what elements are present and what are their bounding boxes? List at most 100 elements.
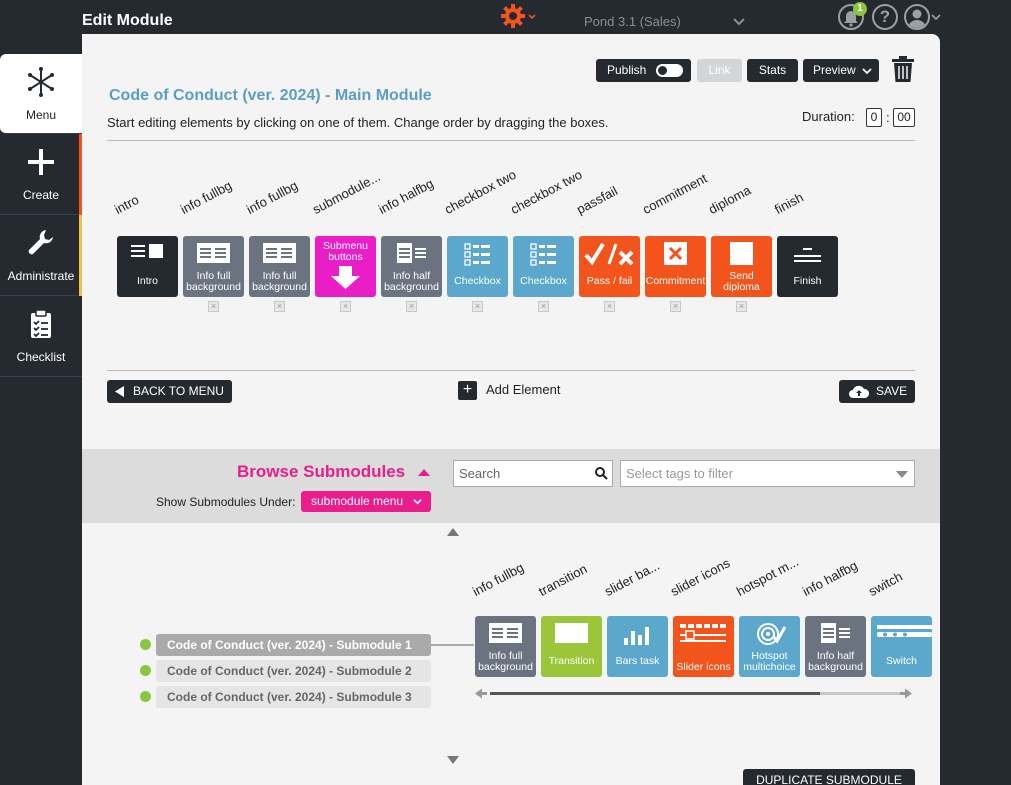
element-tile[interactable]: Transition bbox=[541, 616, 602, 677]
element-tile[interactable]: Info half background bbox=[381, 236, 442, 297]
element-tile[interactable]: Switch bbox=[871, 616, 932, 677]
remove-element-icon[interactable]: × bbox=[208, 301, 219, 312]
element-tile[interactable]: Checkbox bbox=[513, 236, 574, 297]
submodule-item-3[interactable]: Code of Conduct (ver. 2024) - Submodule … bbox=[156, 686, 431, 708]
search-icon[interactable] bbox=[595, 467, 608, 480]
element-type-icon bbox=[397, 243, 426, 263]
arrow-up-icon[interactable] bbox=[447, 528, 459, 538]
element-tile[interactable]: Info full background bbox=[183, 236, 244, 297]
remove-element-icon[interactable]: × bbox=[274, 301, 285, 312]
element-tile[interactable]: Submenu buttons bbox=[315, 236, 376, 297]
remove-element-icon[interactable]: × bbox=[604, 301, 615, 312]
sidebar-item-create[interactable]: Create bbox=[0, 134, 82, 215]
element-type-icon bbox=[263, 243, 296, 263]
duration-hours-field[interactable]: 0 bbox=[866, 108, 882, 127]
gear-icon[interactable] bbox=[500, 3, 540, 29]
element-tile[interactable]: Intro bbox=[117, 236, 178, 297]
element-type-icon bbox=[584, 242, 634, 266]
submodule-item-2[interactable]: Code of Conduct (ver. 2024) - Submodule … bbox=[156, 660, 431, 682]
caret-up-icon[interactable] bbox=[418, 469, 430, 476]
remove-element-icon[interactable]: × bbox=[472, 301, 483, 312]
caret-left-icon bbox=[115, 386, 124, 397]
remove-element-icon[interactable]: × bbox=[406, 301, 417, 312]
duration-minutes-field[interactable]: 00 bbox=[893, 108, 915, 127]
chevron-down-icon[interactable] bbox=[732, 14, 746, 28]
element-tile[interactable]: Pass / fail bbox=[579, 236, 640, 297]
element-label: Switch bbox=[886, 655, 917, 667]
remove-element-icon[interactable]: × bbox=[340, 301, 351, 312]
duration-label: Duration: bbox=[802, 109, 855, 124]
element-caption: diploma bbox=[705, 182, 754, 217]
plus-icon bbox=[28, 149, 54, 175]
help-icon[interactable]: ? bbox=[872, 4, 898, 30]
element-label: Info full background bbox=[186, 270, 241, 293]
arrow-right-icon[interactable] bbox=[900, 688, 912, 699]
element-type-icon bbox=[757, 623, 786, 645]
element-label: Info full background bbox=[252, 270, 307, 293]
element-label: Transition bbox=[548, 655, 595, 667]
horizontal-scrollbar[interactable] bbox=[490, 692, 820, 695]
instructions-text: Start editing elements by clicking on on… bbox=[107, 115, 609, 130]
remove-element-icon[interactable]: × bbox=[670, 301, 681, 312]
status-dot bbox=[140, 639, 151, 650]
element-tile[interactable]: Hotspot multichoice bbox=[739, 616, 800, 677]
remove-element-icon[interactable]: × bbox=[538, 301, 549, 312]
duration-separator: : bbox=[886, 110, 890, 125]
back-to-menu-button[interactable]: BACK TO MENU bbox=[107, 380, 232, 403]
avatar[interactable] bbox=[904, 4, 930, 30]
page-title: Edit Module bbox=[82, 12, 173, 29]
stats-button[interactable]: Stats bbox=[747, 59, 798, 82]
element-caption: info fullbg bbox=[243, 177, 301, 217]
publish-toggle[interactable]: Publish bbox=[596, 59, 691, 82]
tag-filter-select[interactable]: Select tags to filter bbox=[620, 460, 915, 487]
element-tile[interactable]: Info full background bbox=[475, 616, 536, 677]
element-type-icon bbox=[489, 623, 522, 643]
element-caption: slider icons bbox=[667, 555, 733, 599]
search-input[interactable]: Search bbox=[453, 460, 613, 487]
duplicate-submodule-button[interactable]: DUPLICATE SUBMODULE bbox=[743, 769, 915, 785]
element-caption: hotspot m... bbox=[733, 553, 801, 599]
element-label: Commitment bbox=[645, 275, 706, 287]
submodule-item-1[interactable]: Code of Conduct (ver. 2024) - Submodule … bbox=[156, 634, 431, 656]
element-tile[interactable]: Finish bbox=[777, 236, 838, 297]
element-caption: info fullbg bbox=[177, 177, 235, 217]
back-label: BACK TO MENU bbox=[133, 384, 224, 398]
link-button[interactable]: Link bbox=[697, 59, 742, 82]
toggle-switch[interactable] bbox=[656, 64, 683, 77]
element-tile[interactable]: Checkbox bbox=[447, 236, 508, 297]
add-element-icon[interactable]: + bbox=[458, 381, 477, 400]
element-label: Bars task bbox=[615, 655, 660, 667]
element-tile[interactable]: Info half background bbox=[805, 616, 866, 677]
element-type-icon bbox=[131, 244, 163, 258]
search-placeholder: Search bbox=[459, 466, 501, 481]
element-tile[interactable]: Commitment bbox=[645, 236, 706, 297]
wrench-icon bbox=[28, 230, 53, 255]
browse-title[interactable]: Browse Submodules bbox=[237, 462, 405, 482]
environment-select[interactable]: Pond 3.1 (Sales) bbox=[584, 14, 681, 29]
element-tile[interactable]: Send diploma bbox=[711, 236, 772, 297]
sidebar-item-menu[interactable]: Menu bbox=[0, 54, 82, 134]
snowflake-icon bbox=[28, 67, 54, 97]
chevron-down-icon[interactable] bbox=[931, 12, 941, 22]
element-label: Hotspot multichoice bbox=[743, 650, 796, 673]
add-element-button[interactable]: Add Element bbox=[486, 382, 560, 397]
element-type-icon bbox=[530, 243, 556, 266]
remove-element-icon[interactable]: × bbox=[736, 301, 747, 312]
submodule-parent-select[interactable]: submodule menu bbox=[301, 491, 431, 512]
element-label: Finish bbox=[793, 275, 822, 287]
sidebar: Menu Create Administrate Checklist bbox=[0, 54, 82, 377]
arrow-down-icon[interactable] bbox=[447, 754, 459, 764]
trash-icon[interactable] bbox=[891, 55, 915, 83]
save-button[interactable]: SAVE bbox=[839, 380, 915, 403]
element-caption: checkbox two bbox=[507, 166, 585, 217]
notification-badge: 1 bbox=[853, 2, 867, 16]
sidebar-item-label: Create bbox=[22, 188, 60, 202]
arrow-left-icon[interactable] bbox=[475, 688, 487, 699]
element-tile[interactable]: Slider icons bbox=[673, 616, 734, 677]
element-tile[interactable]: Bars task bbox=[607, 616, 668, 677]
element-tile[interactable]: Info full background bbox=[249, 236, 310, 297]
sidebar-item-checklist[interactable]: Checklist bbox=[0, 296, 82, 377]
element-caption: info halfbg bbox=[799, 557, 860, 599]
preview-button[interactable]: Preview bbox=[803, 59, 879, 82]
sidebar-item-administrate[interactable]: Administrate bbox=[0, 215, 82, 296]
